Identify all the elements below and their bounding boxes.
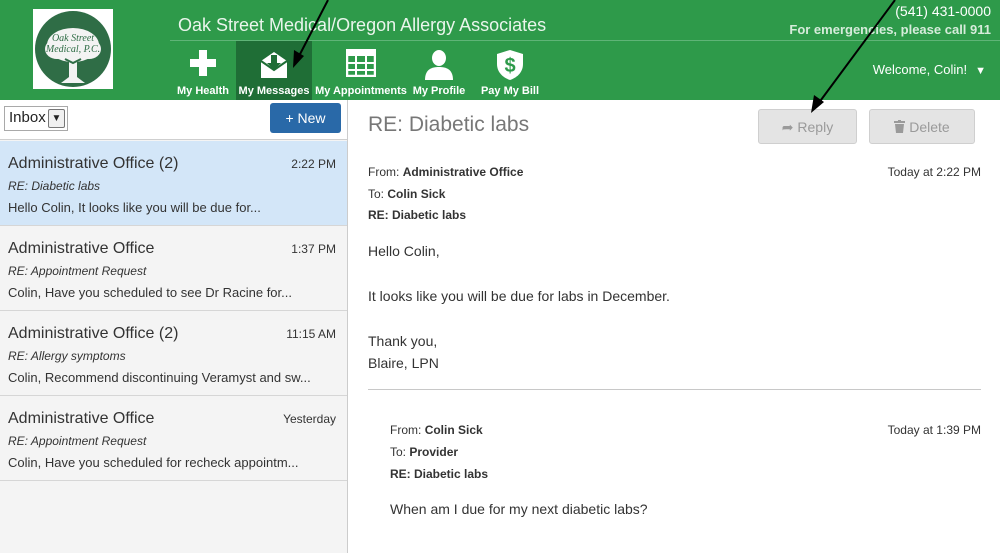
message1-closing: Thank you,	[368, 333, 438, 349]
nav-my-profile[interactable]: My Profile	[410, 41, 468, 100]
message-subject: RE: Appointment Request	[8, 264, 147, 278]
message1-greeting: Hello Colin,	[368, 243, 440, 259]
chevron-down-icon: ▼	[48, 109, 65, 128]
nav-label: My Health	[177, 85, 229, 97]
from-value: Colin Sick	[424, 423, 483, 437]
nav-label: My Appointments	[315, 85, 407, 97]
message-list-panel: Inbox ▼ + New Administrative Office (2) …	[0, 100, 348, 553]
message2-subject: RE: Diabetic labs	[390, 467, 489, 481]
to-value: Colin Sick	[387, 187, 446, 201]
folder-select[interactable]: Inbox ▼	[4, 106, 68, 131]
message1-from: From: Administrative Office	[368, 165, 523, 179]
emergency-notice: For emergencies, please call 911	[789, 22, 991, 37]
delete-button[interactable]: Delete	[869, 109, 975, 144]
message-preview: Colin, Recommend discontinuing Veramyst …	[8, 370, 311, 385]
reply-label: Reply	[797, 119, 834, 135]
to-label: To:	[368, 187, 385, 201]
logo-text-line1: Oak Street	[51, 33, 95, 44]
nav-pay-my-bill[interactable]: $ Pay My Bill	[468, 41, 552, 100]
message-time: 11:15 AM	[286, 327, 336, 341]
practice-logo[interactable]: Oak Street Medical, P.C.	[33, 9, 113, 89]
message-sender: Administrative Office (2)	[8, 325, 179, 342]
message-detail-panel: RE: Diabetic labs ➦ Reply Delete From: A…	[348, 100, 1000, 553]
message2-from: From: Colin Sick	[390, 423, 483, 437]
message-list-item[interactable]: Administrative Office (2) 11:15 AM RE: A…	[0, 311, 347, 396]
folder-select-value: Inbox	[9, 109, 46, 126]
message-preview: Hello Colin, It looks like you will be d…	[8, 200, 261, 215]
logo-text-line2: Medical, P.C.	[45, 44, 101, 55]
person-icon	[424, 49, 454, 84]
message-preview: Colin, Have you scheduled for recheck ap…	[8, 455, 299, 470]
from-label: From:	[368, 165, 400, 179]
message-sender: Administrative Office	[8, 240, 155, 257]
welcome-text: Welcome, Colin!	[872, 62, 968, 77]
trash-icon	[894, 119, 909, 135]
svg-text:$: $	[504, 55, 515, 77]
from-value: Administrative Office	[402, 165, 524, 179]
message-subject: RE: Appointment Request	[8, 434, 147, 448]
message2-date: Today at 1:39 PM	[887, 423, 981, 437]
plus-icon	[189, 49, 217, 80]
reply-arrow-icon: ➦	[781, 119, 794, 135]
nav-label: My Profile	[412, 85, 466, 97]
message-sender: Administrative Office	[8, 410, 155, 427]
message1-date: Today at 2:22 PM	[887, 165, 981, 179]
nav-my-health[interactable]: My Health	[170, 41, 236, 100]
message-divider	[368, 389, 981, 390]
from-label: From:	[390, 423, 422, 437]
message-subject-title: RE: Diabetic labs	[368, 113, 530, 136]
new-button-label: New	[297, 110, 326, 126]
reply-button[interactable]: ➦ Reply	[758, 109, 857, 144]
new-message-button[interactable]: + New	[270, 103, 341, 133]
calendar-grid-icon	[345, 48, 377, 80]
message-time: Yesterday	[283, 412, 336, 426]
oak-tree-logo-icon: Oak Street Medical, P.C.	[35, 11, 111, 87]
message-subject: RE: Allergy symptoms	[8, 349, 126, 363]
message-sender: Administrative Office (2)	[8, 155, 179, 172]
message1-subject: RE: Diabetic labs	[368, 208, 467, 222]
message1-signature: Blaire, LPN	[368, 355, 439, 371]
caret-down-icon: ▼	[975, 65, 986, 77]
to-label: To:	[390, 445, 407, 459]
envelope-download-icon	[258, 49, 290, 84]
dollar-shield-icon: $	[495, 49, 525, 84]
message-list-item[interactable]: Administrative Office Yesterday RE: Appo…	[0, 396, 347, 481]
nav-label: Pay My Bill	[480, 85, 540, 97]
plus-icon: +	[285, 110, 294, 126]
practice-name: Oak Street Medical/Oregon Allergy Associ…	[178, 15, 547, 35]
message-list: Administrative Office (2) 2:22 PM RE: Di…	[0, 141, 347, 481]
message1-body: It looks like you will be due for labs i…	[368, 288, 670, 304]
message-list-item[interactable]: Administrative Office (2) 2:22 PM RE: Di…	[0, 141, 347, 226]
nav-my-appointments[interactable]: My Appointments	[312, 41, 410, 100]
message-subject: RE: Diabetic labs	[8, 179, 101, 193]
nav-label: My Messages	[238, 85, 310, 97]
main-nav: My Health My Messages My Appointments My…	[170, 41, 552, 100]
message-list-item[interactable]: Administrative Office 1:37 PM RE: Appoin…	[0, 226, 347, 311]
list-toolbar: Inbox ▼ + New	[0, 100, 347, 140]
message-preview: Colin, Have you scheduled to see Dr Raci…	[8, 285, 292, 300]
nav-my-messages[interactable]: My Messages	[236, 41, 312, 100]
delete-label: Delete	[909, 119, 950, 135]
message-time: 2:22 PM	[291, 157, 336, 171]
message1-to: To: Colin Sick	[368, 187, 445, 201]
to-value: Provider	[409, 445, 459, 459]
message-time: 1:37 PM	[291, 242, 336, 256]
message2-body: When am I due for my next diabetic labs?	[390, 501, 648, 517]
top-header: Oak Street Medical, P.C. Oak Street Medi…	[0, 0, 1000, 100]
message2-to: To: Provider	[390, 445, 458, 459]
user-menu[interactable]: Welcome, Colin! ▼	[873, 62, 986, 77]
phone-number: (541) 431-0000	[895, 3, 991, 19]
